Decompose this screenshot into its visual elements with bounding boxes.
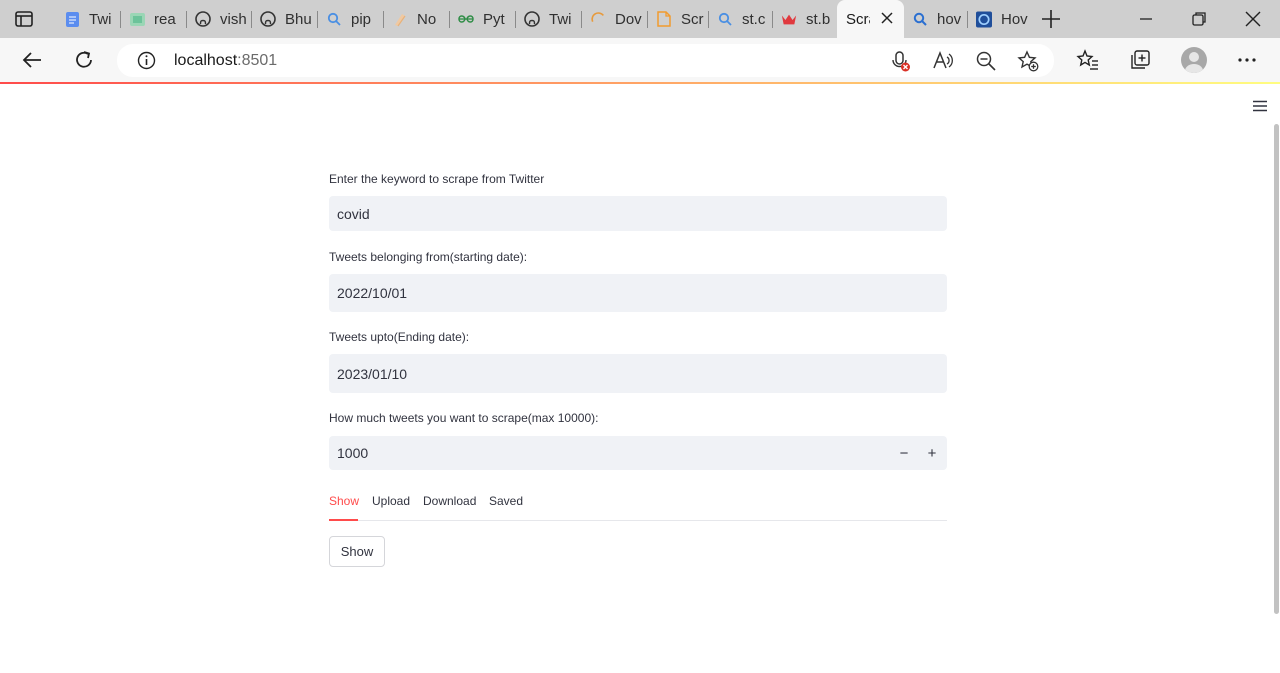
github-icon	[195, 11, 211, 27]
zoom-out-icon[interactable]	[975, 50, 997, 72]
github-icon	[260, 11, 276, 27]
browser-tab-title: Scra	[846, 10, 870, 28]
tab-actions-icon[interactable]	[14, 9, 34, 29]
browser-tab[interactable]: Scr	[648, 4, 709, 34]
browser-tab-title: Scr	[681, 10, 704, 28]
notes-icon	[392, 11, 408, 27]
active-tab-indicator	[329, 519, 358, 521]
start-date-label: Tweets belonging from(starting date):	[329, 250, 528, 264]
browser-tab[interactable]: st.c	[709, 4, 773, 34]
docs-icon	[64, 11, 80, 27]
decrement-button[interactable]: −	[893, 442, 915, 464]
tweet-count-label: How much tweets you want to scrape(max 1…	[329, 411, 599, 425]
keyword-label: Enter the keyword to scrape from Twitter	[329, 172, 545, 186]
browser-tab[interactable]: st.b	[773, 4, 837, 34]
browser-tab-title: Hov	[1001, 10, 1028, 28]
browser-tab[interactable]: Hov	[968, 4, 1032, 34]
close-tab-icon[interactable]	[880, 11, 894, 25]
new-tab-icon[interactable]	[1040, 8, 1062, 30]
tab-upload[interactable]: Upload	[372, 494, 410, 508]
refresh-icon[interactable]	[72, 48, 96, 72]
browser-tab-title: vish	[220, 10, 247, 28]
collections-icon[interactable]	[1128, 48, 1152, 72]
address-bar[interactable]: localhost:8501	[117, 44, 1054, 77]
tab-show[interactable]: Show	[329, 494, 359, 508]
minimize-icon[interactable]	[1135, 8, 1157, 30]
search-icon	[326, 11, 342, 27]
browser-tab[interactable]: pip	[318, 4, 384, 34]
browser-tab[interactable]: Twi	[516, 4, 582, 34]
browser-tab-title: Twi	[89, 10, 112, 28]
show-button[interactable]: Show	[329, 536, 385, 567]
more-options-icon[interactable]	[1235, 48, 1259, 72]
github-icon	[524, 11, 540, 27]
tab-list: Show Upload Download Saved	[329, 489, 947, 521]
browser-tab-title: No	[417, 10, 437, 28]
keyword-input[interactable]	[329, 196, 947, 231]
loading-icon	[590, 11, 606, 27]
file-icon	[656, 11, 672, 27]
microphone-blocked-icon[interactable]	[889, 50, 911, 72]
user-icon	[1185, 52, 1203, 73]
sheet-icon	[129, 11, 145, 27]
url-host: localhost	[174, 52, 238, 69]
browser-tab[interactable]: Bhu	[252, 4, 318, 34]
increment-button[interactable]: +	[921, 442, 943, 464]
add-favorite-icon[interactable]	[1017, 50, 1039, 72]
browser-tab[interactable]: vish	[187, 4, 252, 34]
browser-tab-title: rea	[154, 10, 176, 28]
read-aloud-icon[interactable]	[932, 50, 954, 72]
back-icon[interactable]	[20, 48, 44, 72]
crown-icon	[781, 11, 797, 27]
app-main: Enter the keyword to scrape from Twitter…	[0, 84, 1280, 673]
browser-tab[interactable]: hov	[904, 4, 968, 34]
browser-tab-title: Twi	[549, 10, 572, 28]
url-text[interactable]: localhost:8501	[174, 52, 277, 70]
tab-download[interactable]: Download	[423, 494, 476, 508]
browser-tab[interactable]: Dov	[582, 4, 648, 34]
restore-icon[interactable]	[1188, 8, 1210, 30]
edge-icon	[976, 11, 992, 27]
search-icon	[912, 11, 928, 27]
browser-tab[interactable]: rea	[121, 4, 187, 34]
browser-tab-strip: Twi rea vish Bhu pip No Pyt Twi Dov Scr …	[0, 0, 1280, 38]
scrollbar[interactable]	[1274, 124, 1279, 614]
url-port: :8501	[237, 52, 278, 69]
tweet-count-input[interactable]	[329, 436, 947, 470]
browser-tab-title: Pyt	[483, 10, 505, 28]
browser-tab[interactable]: Pyt	[450, 4, 516, 34]
browser-tab-title: pip	[351, 10, 372, 28]
browser-tab-title: hov	[937, 10, 962, 28]
site-info-icon[interactable]	[137, 51, 156, 70]
browser-tab[interactable]: No	[384, 4, 450, 34]
browser-tab-active[interactable]: Scra	[837, 0, 904, 38]
browser-toolbar: localhost:8501	[0, 38, 1280, 83]
end-date-input[interactable]	[329, 354, 947, 393]
favorites-icon[interactable]	[1076, 48, 1100, 72]
browser-tab-title: Dov	[615, 10, 642, 28]
browser-tab-title: Bhu	[285, 10, 312, 28]
end-date-label: Tweets upto(Ending date):	[329, 330, 470, 344]
browser-tab[interactable]: Twi	[56, 4, 121, 34]
tab-saved[interactable]: Saved	[489, 494, 523, 508]
gfg-icon	[458, 11, 474, 27]
close-window-icon[interactable]	[1242, 8, 1264, 30]
search-icon	[717, 11, 733, 27]
browser-tab-title: st.c	[742, 10, 766, 28]
browser-tab-title: st.b	[806, 10, 831, 28]
start-date-input[interactable]	[329, 274, 947, 312]
hamburger-menu-icon[interactable]	[1252, 100, 1268, 112]
profile-avatar[interactable]	[1181, 47, 1207, 73]
